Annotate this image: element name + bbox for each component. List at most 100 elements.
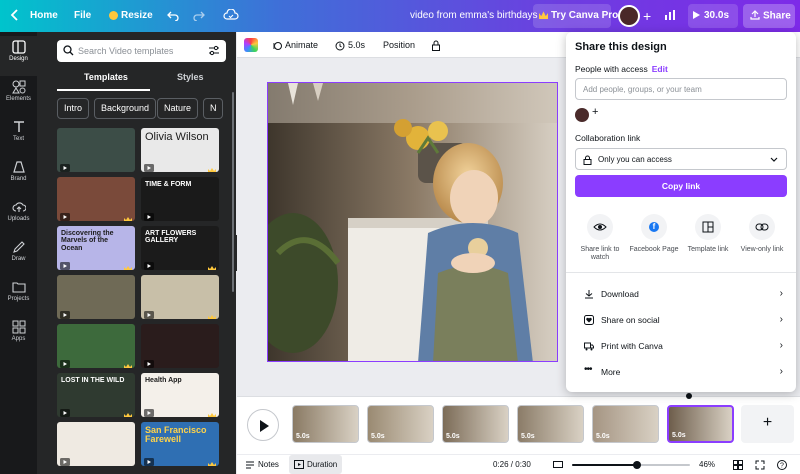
fullscreen-icon[interactable] (755, 455, 765, 474)
chip-intro[interactable]: Intro (57, 98, 90, 119)
try-canva-pro-button[interactable]: Try Canva Pro (533, 4, 618, 28)
zoom-level[interactable]: 46% (699, 455, 715, 474)
template-thumbnail[interactable] (57, 128, 135, 172)
template-thumbnail[interactable] (57, 275, 135, 319)
share-on-social-row[interactable]: Share on social › (575, 308, 787, 332)
rail-item-uploads[interactable]: Uploads (0, 196, 37, 236)
share-link-to-watch-option[interactable]: Share link to watch (574, 214, 626, 263)
timeline-clip[interactable]: 5.0s (667, 405, 734, 443)
link-access-select[interactable]: Only you can access (575, 148, 787, 170)
chip-nature[interactable]: Nature (157, 98, 199, 119)
notes-button[interactable]: Notes (245, 455, 279, 474)
tab-templates[interactable]: Templates (84, 72, 128, 82)
home-button[interactable]: Home (30, 0, 58, 32)
template-thumbnail[interactable]: LOST IN THE WILD (57, 373, 135, 417)
redo-icon[interactable] (193, 0, 205, 32)
view-only-link-option[interactable]: View-only link (736, 214, 788, 254)
color-picker-icon[interactable] (244, 38, 258, 52)
help-icon[interactable]: ? (777, 455, 787, 474)
add-collaborator-icon[interactable]: + (592, 106, 598, 118)
search-input[interactable]: Search Video templates (57, 40, 226, 62)
play-icon (260, 420, 269, 432)
avatar[interactable] (618, 5, 640, 27)
rail-item-draw[interactable]: Draw (0, 236, 37, 276)
template-thumbnail[interactable]: ART FLOWERS GALLERY (141, 226, 219, 270)
playhead-marker[interactable] (686, 393, 692, 399)
zoom-slider-fill (572, 464, 637, 466)
template-thumbnail[interactable] (141, 275, 219, 319)
zoom-slider[interactable] (572, 461, 690, 469)
templates-panel: Search Video templates Templates Styles … (37, 32, 236, 474)
template-thumbnail[interactable]: Olivia Wilson (141, 128, 219, 172)
video-icon (144, 406, 154, 417)
share-upload-icon (750, 4, 760, 28)
zoom-slider-handle[interactable] (632, 461, 641, 469)
heart-icon (584, 315, 594, 325)
position-button[interactable]: Position (383, 32, 415, 58)
crown-icon (124, 359, 132, 368)
chevron-down-icon (770, 157, 778, 162)
template-thumbnail[interactable] (57, 422, 135, 466)
video-icon (60, 161, 70, 172)
facebook-page-option[interactable]: f Facebook Page (628, 214, 680, 254)
analytics-icon[interactable] (664, 0, 676, 32)
present-button[interactable]: 30.0s (688, 4, 738, 28)
design-page-photo[interactable] (267, 82, 558, 362)
template-thumbnail[interactable] (57, 324, 135, 368)
chip-background[interactable]: Background (94, 98, 157, 119)
template-thumbnail[interactable]: Discovering the Marvels of the Ocean (57, 226, 135, 270)
rail-item-apps[interactable]: Apps (0, 316, 37, 356)
rail-item-elements[interactable]: Elements (0, 76, 37, 116)
add-people-input[interactable]: Add people, groups, or your team (575, 78, 787, 100)
undo-icon[interactable] (167, 0, 179, 32)
chip-more[interactable]: N (203, 98, 223, 119)
add-clip-button[interactable]: + (741, 405, 794, 443)
duration-toggle-button[interactable]: Duration (289, 455, 343, 474)
template-thumbnail[interactable]: Health App (141, 373, 219, 417)
timeline-clip[interactable]: 5.0s (517, 405, 584, 443)
edit-access-link[interactable]: Edit (652, 64, 668, 74)
grid-view-icon[interactable] (733, 455, 743, 474)
collaborator-avatar[interactable] (575, 108, 589, 122)
projects-icon (11, 282, 26, 293)
more-dots-icon: ••• (584, 364, 593, 375)
timeline-play-button[interactable] (247, 409, 279, 441)
eye-icon (587, 214, 613, 240)
duration-button[interactable]: 5.0s (335, 32, 365, 58)
back-chevron-icon[interactable] (10, 0, 19, 32)
zoom-fit-icon[interactable] (553, 455, 563, 474)
tab-styles[interactable]: Styles (177, 72, 204, 82)
document-title[interactable]: video from emma's birthdays (410, 0, 538, 32)
timeline-clip[interactable]: 5.0s (592, 405, 659, 443)
template-thumbnail[interactable] (141, 324, 219, 368)
share-button[interactable]: Share (743, 4, 795, 28)
lock-icon[interactable] (431, 32, 441, 58)
more-row[interactable]: ••• More › (575, 360, 787, 384)
template-thumbnail[interactable]: San Francisco Farewell (141, 422, 219, 466)
timeline-clip[interactable]: 5.0s (442, 405, 509, 443)
timeline-clip[interactable]: 5.0s (292, 405, 359, 443)
cloud-saved-icon[interactable] (223, 0, 239, 32)
active-tab-indicator (57, 89, 150, 91)
resize-button[interactable]: Resize (109, 0, 153, 32)
template-title: ART FLOWERS GALLERY (145, 230, 197, 245)
print-with-canva-row[interactable]: Print with Canva › (575, 334, 787, 358)
copy-link-button[interactable]: Copy link (575, 175, 787, 197)
add-collaborator-icon[interactable]: + (643, 0, 651, 32)
rail-item-design[interactable]: Design (0, 36, 37, 76)
template-thumbnail[interactable] (57, 177, 135, 221)
rail-item-text[interactable]: Text (0, 116, 37, 156)
rail-item-brand[interactable]: Brand (0, 156, 37, 196)
template-link-option[interactable]: Template link (682, 214, 734, 254)
clip-duration: 5.0s (596, 433, 610, 440)
chevron-right-icon: › (779, 340, 783, 351)
animate-button[interactable]: Animate (272, 32, 318, 58)
rail-item-projects[interactable]: Projects (0, 276, 37, 316)
download-row[interactable]: Download › (575, 282, 787, 306)
template-thumbnail[interactable]: TIME & FORM (141, 177, 219, 221)
panel-scrollbar[interactable] (232, 92, 234, 292)
file-menu[interactable]: File (74, 0, 91, 32)
timeline-clip[interactable]: 5.0s (367, 405, 434, 443)
filter-icon[interactable] (208, 45, 220, 56)
template-title: Health App (145, 377, 182, 384)
